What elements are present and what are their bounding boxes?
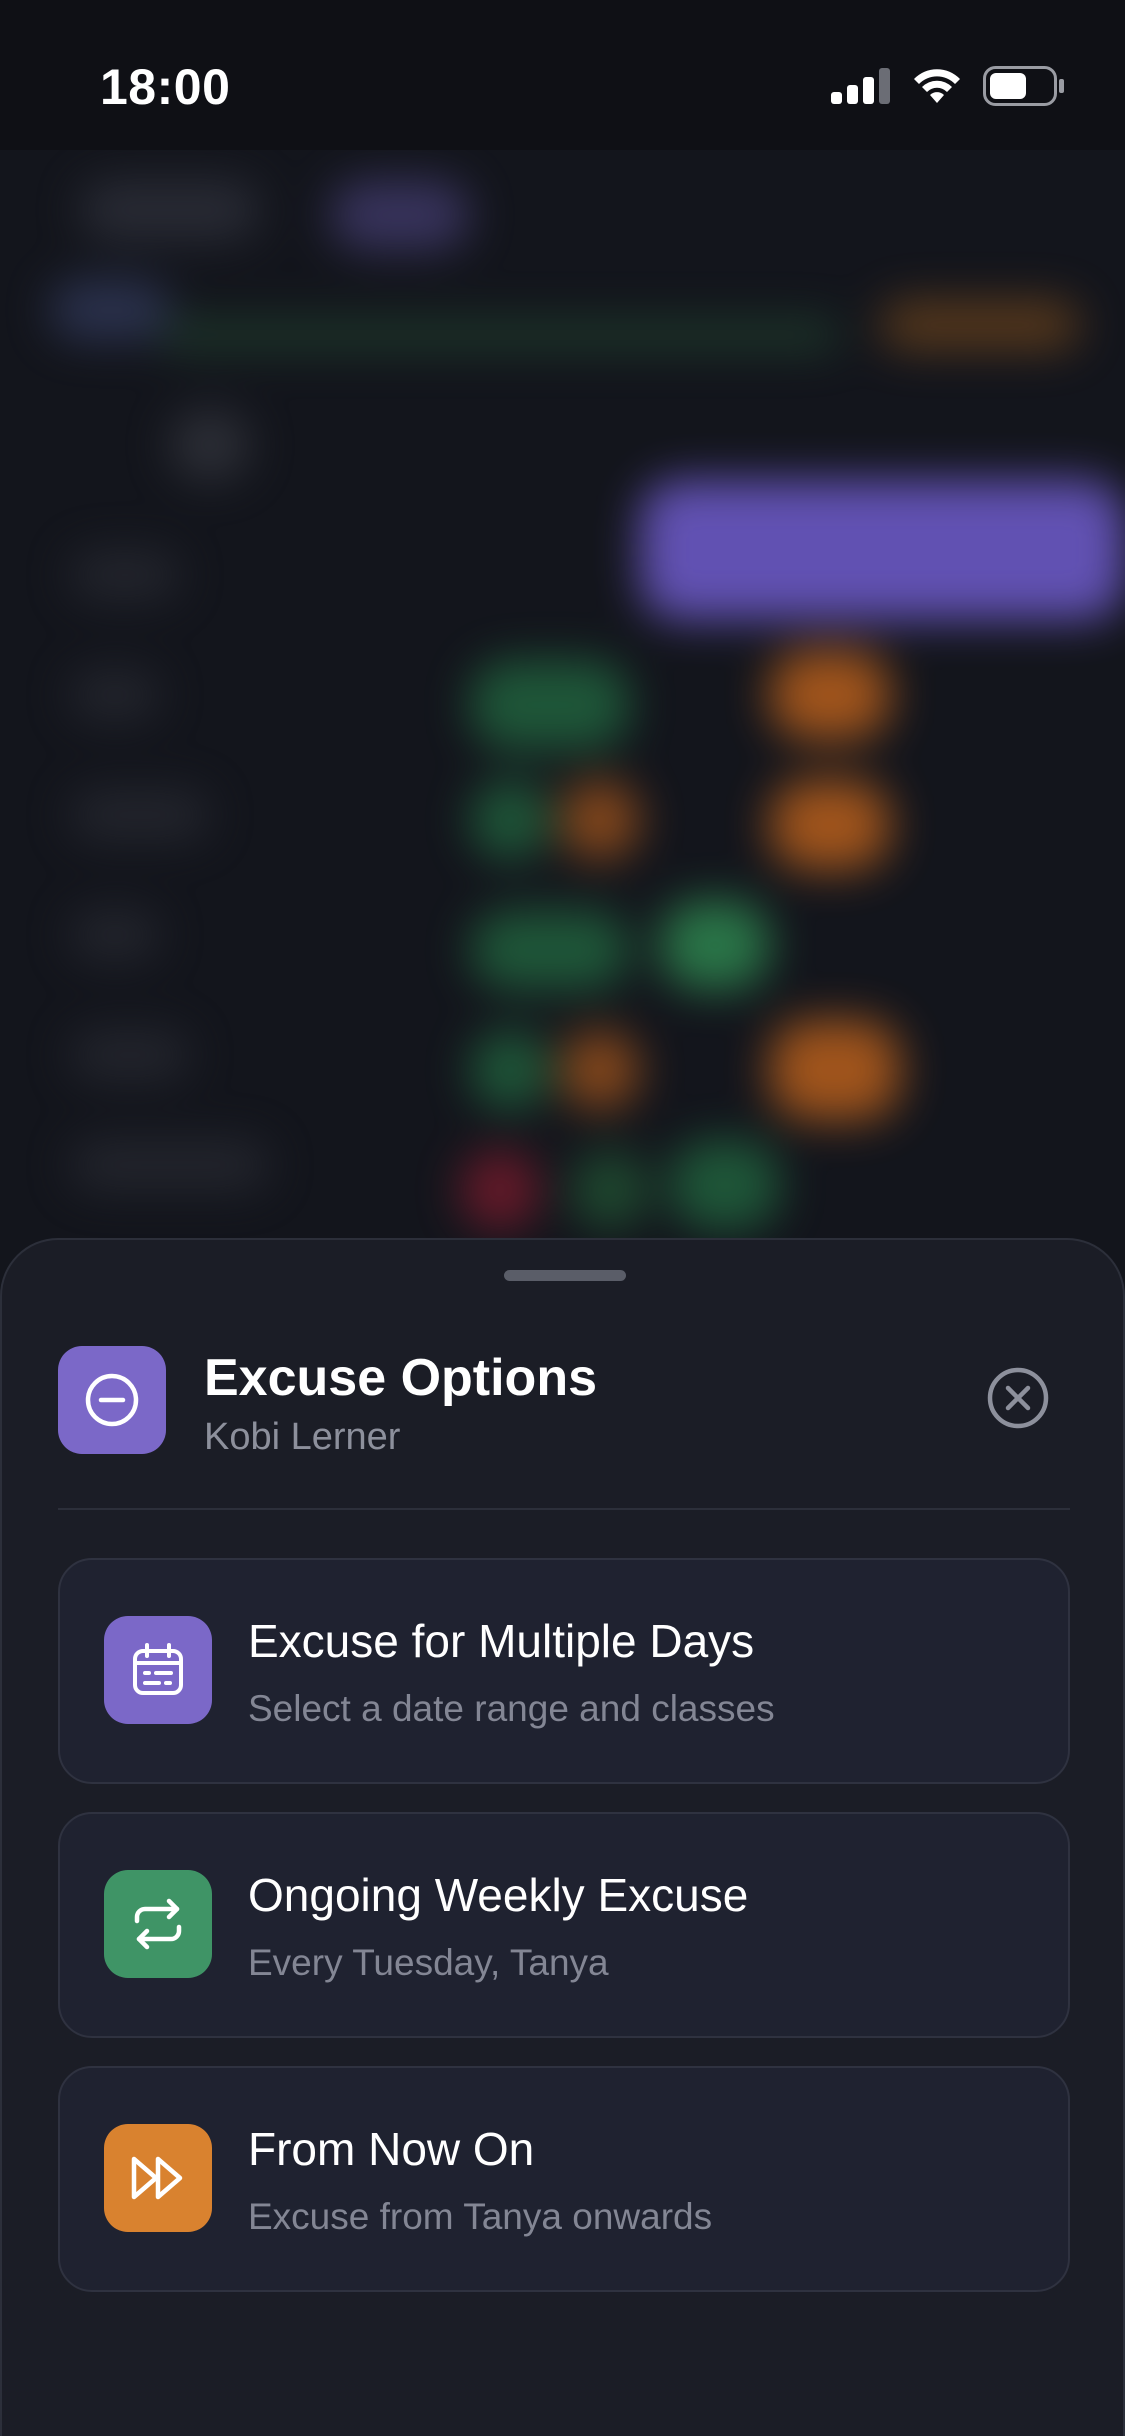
blurred-background <box>0 150 1125 1250</box>
option-subtitle: Excuse from Tanya onwards <box>248 2196 713 2237</box>
battery-icon <box>983 66 1065 106</box>
wifi-icon <box>911 67 963 105</box>
calendar-icon <box>104 1616 212 1724</box>
status-time: 18:00 <box>100 59 231 115</box>
repeat-icon <box>104 1870 212 1978</box>
excuse-options-sheet: Excuse Options Kobi Lerner Excuse for Mu… <box>0 1238 1125 2436</box>
sheet-grabber[interactable] <box>504 1270 626 1281</box>
option-title: From Now On <box>248 2123 535 2175</box>
option-subtitle: Every Tuesday, Tanya <box>248 1942 609 1983</box>
option-from-now-on[interactable]: From Now On Excuse from Tanya onwards <box>58 2066 1070 2292</box>
option-weekly-excuse[interactable]: Ongoing Weekly Excuse Every Tuesday, Tan… <box>58 1812 1070 2038</box>
option-title: Ongoing Weekly Excuse <box>248 1869 749 1921</box>
close-button[interactable] <box>986 1366 1050 1435</box>
signal-icon <box>831 68 891 104</box>
sheet-header: Excuse Options Kobi Lerner <box>58 1346 1070 1458</box>
option-title: Excuse for Multiple Days <box>248 1615 755 1667</box>
sheet-title: Excuse Options <box>204 1349 597 1407</box>
student-name: Kobi Lerner <box>204 1416 401 1458</box>
screen: 18:00 Excuse Options Kobi Lerner Excuse … <box>0 0 1125 2436</box>
minus-circle-icon <box>58 1346 166 1454</box>
option-subtitle: Select a date range and classes <box>248 1688 775 1729</box>
status-icons <box>831 66 1065 106</box>
fast-forward-icon <box>104 2124 212 2232</box>
option-multiple-days[interactable]: Excuse for Multiple Days Select a date r… <box>58 1558 1070 1784</box>
status-bar: 18:00 <box>0 0 1125 150</box>
close-circle-icon <box>986 1366 1050 1435</box>
header-divider <box>58 1508 1070 1510</box>
